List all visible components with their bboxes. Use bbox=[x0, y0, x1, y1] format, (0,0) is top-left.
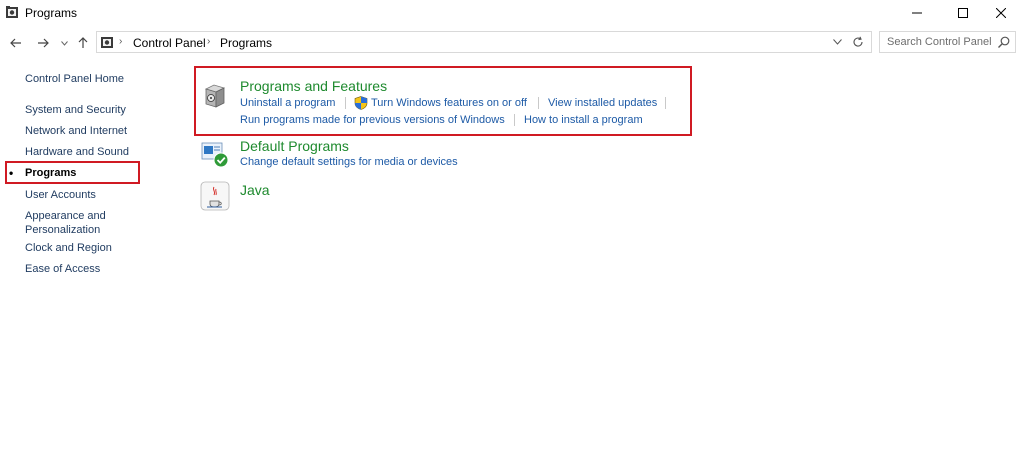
title-bar: Programs bbox=[0, 0, 1024, 26]
sidebar-item-clock-and-region[interactable]: Clock and Region bbox=[25, 241, 112, 255]
address-bar[interactable]: › Control Panel › Programs bbox=[96, 31, 872, 53]
turn-windows-features-link[interactable]: Turn Windows features on or off bbox=[371, 97, 527, 109]
breadcrumb-separator[interactable]: › bbox=[207, 36, 210, 47]
breadcrumb-separator[interactable]: › bbox=[119, 36, 122, 47]
up-arrow-icon bbox=[78, 37, 88, 48]
forward-button[interactable] bbox=[33, 30, 53, 56]
maximize-icon bbox=[958, 8, 968, 18]
sidebar-item-appearance-and-personalization[interactable]: Appearance and Personalization bbox=[25, 209, 106, 237]
window-title: Programs bbox=[25, 6, 78, 20]
sidebar-item-label-line-1: Appearance and bbox=[25, 210, 106, 222]
close-icon bbox=[996, 8, 1006, 18]
programs-and-features-icon[interactable] bbox=[200, 80, 230, 110]
search-icon[interactable] bbox=[997, 35, 1011, 49]
view-installed-updates-link[interactable]: View installed updates bbox=[548, 97, 657, 109]
uninstall-program-link[interactable]: Uninstall a program bbox=[240, 97, 335, 109]
chevron-down-icon bbox=[832, 39, 842, 45]
java-title[interactable]: Java bbox=[240, 182, 270, 198]
forward-arrow-icon bbox=[38, 38, 49, 48]
link-separator bbox=[665, 97, 666, 109]
programs-and-features-title[interactable]: Programs and Features bbox=[240, 78, 387, 94]
sidebar-item-network-and-internet[interactable]: Network and Internet bbox=[25, 124, 127, 138]
sidebar-item-system-and-security[interactable]: System and Security bbox=[25, 103, 126, 117]
search-input[interactable]: Search Control Panel bbox=[887, 36, 992, 48]
default-programs-title[interactable]: Default Programs bbox=[240, 138, 349, 154]
sidebar-item-user-accounts[interactable]: User Accounts bbox=[25, 188, 96, 202]
minimize-icon bbox=[912, 12, 922, 14]
up-button[interactable] bbox=[74, 30, 92, 56]
link-separator bbox=[514, 114, 515, 126]
back-button[interactable] bbox=[6, 30, 26, 56]
sidebar-item-control-panel-home[interactable]: Control Panel Home bbox=[25, 72, 124, 86]
link-separator bbox=[538, 97, 539, 109]
breadcrumb-programs[interactable]: Programs bbox=[220, 36, 272, 50]
back-arrow-icon bbox=[10, 38, 21, 48]
close-button[interactable] bbox=[978, 0, 1024, 26]
run-older-programs-link[interactable]: Run programs made for previous versions … bbox=[240, 114, 505, 126]
sidebar-item-ease-of-access[interactable]: Ease of Access bbox=[25, 262, 100, 276]
how-to-install-program-link[interactable]: How to install a program bbox=[524, 114, 643, 126]
link-separator bbox=[345, 97, 346, 109]
sidebar-item-label-line-2: Personalization bbox=[25, 224, 101, 236]
control-panel-icon bbox=[6, 6, 18, 18]
breadcrumb-control-panel[interactable]: Control Panel bbox=[133, 36, 206, 50]
java-icon[interactable] bbox=[200, 181, 230, 211]
recent-locations-button[interactable] bbox=[58, 30, 70, 56]
uac-shield-icon bbox=[354, 96, 368, 110]
change-default-settings-link[interactable]: Change default settings for media or dev… bbox=[240, 156, 458, 168]
search-box[interactable]: Search Control Panel bbox=[879, 31, 1016, 53]
control-panel-icon bbox=[101, 37, 113, 48]
refresh-button[interactable] bbox=[849, 34, 867, 50]
refresh-icon bbox=[853, 36, 863, 47]
chevron-down-icon bbox=[60, 40, 68, 46]
minimize-button[interactable] bbox=[894, 0, 940, 26]
address-dropdown-button[interactable] bbox=[829, 34, 845, 50]
default-programs-icon[interactable] bbox=[200, 139, 230, 169]
highlight-box-programs bbox=[5, 161, 140, 184]
sidebar-item-hardware-and-sound[interactable]: Hardware and Sound bbox=[25, 145, 129, 159]
